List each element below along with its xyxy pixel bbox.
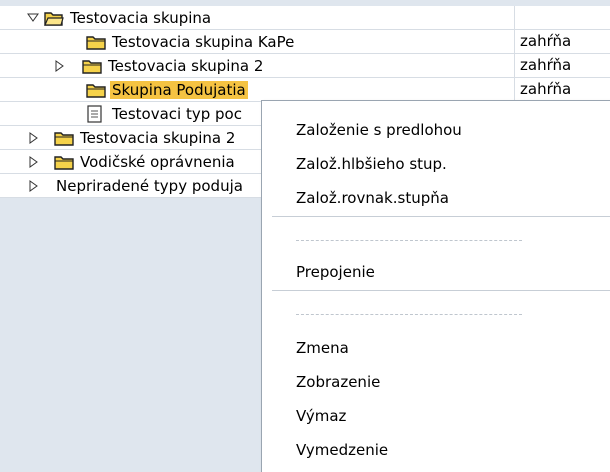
tree-node-label: Testovaci typ poc [112,105,242,123]
tree-node-label: Testovacia skupina 2 [108,57,264,75]
tree-node-label: Testovacia skupina 2 [80,129,236,147]
menu-item-zmena[interactable]: Zmena [296,339,349,357]
folder-icon [86,82,106,98]
folder-icon [54,130,74,146]
document-icon [86,105,104,123]
expand-triangle-icon[interactable] [26,175,40,197]
expand-triangle-icon[interactable] [26,151,40,173]
folder-icon [86,34,106,50]
tree-node-label: Testovacia skupina KaPe [112,33,295,51]
tree-node-label: Nepriradené typy poduja [56,177,243,195]
tree-row[interactable]: Testovacia skupina [0,6,610,30]
menu-item-vymedzenie[interactable]: Vymedzenie [296,441,388,459]
tree-row[interactable]: Testovacia skupina KaPe zahŕňa [0,30,610,54]
folder-open-icon [44,10,64,26]
menu-separator [272,216,610,217]
menu-item-zaloz-rovnak[interactable]: Založ.rovnak.stupňa [296,189,449,207]
context-menu: Založenie s predlohou Založ.hlbšieho stu… [261,100,610,472]
menu-item-vymaz[interactable]: Výmaz [296,407,346,425]
tree-row[interactable]: Testovacia skupina 2 zahŕňa [0,54,610,78]
tree-row-selected[interactable]: Skupina Podujatia zahŕňa [0,78,610,102]
tree-node-label: Testovacia skupina [70,9,212,27]
tree-node-label: Vodičské oprávnenia [80,153,235,171]
expand-triangle-icon[interactable] [52,55,66,77]
menu-item-zaloz-hlbsieho[interactable]: Založ.hlbšieho stup. [296,155,447,173]
menu-separator [272,290,610,291]
menu-item-zobrazenie[interactable]: Zobrazenie [296,373,380,391]
relation-cell: zahŕňa [520,56,572,74]
menu-separator-dashed [296,240,522,241]
menu-separator-dashed [296,314,522,315]
relation-cell: zahŕňa [520,80,572,98]
collapse-triangle-icon[interactable] [26,7,40,29]
folder-icon [82,58,102,74]
folder-icon [54,154,74,170]
menu-item-zalozenie-s-predlohou[interactable]: Založenie s predlohou [296,121,462,139]
tree-node-label: Skupina Podujatia [110,81,248,99]
expand-triangle-icon[interactable] [26,127,40,149]
relation-cell: zahŕňa [520,32,572,50]
menu-item-prepojenie[interactable]: Prepojenie [296,263,375,281]
